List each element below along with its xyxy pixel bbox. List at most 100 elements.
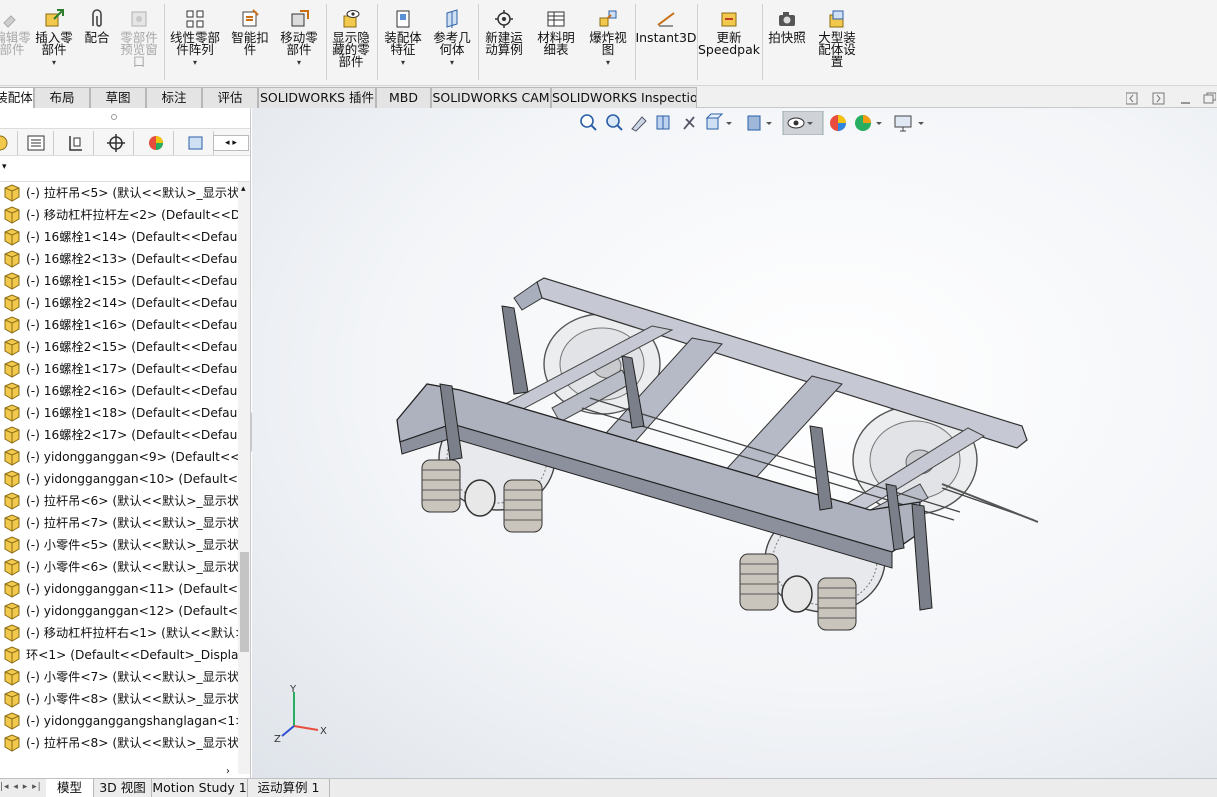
- tab-assembly[interactable]: 装配体: [0, 87, 34, 108]
- tree-item[interactable]: (-) 拉杆吊<5> (默认<<默认>_显示状态: [0, 182, 238, 204]
- tree-item[interactable]: (-) 16螺栓2<13> (Default<<Default>_: [0, 248, 238, 270]
- chevron-down-icon[interactable]: ▾: [297, 59, 301, 67]
- tab-3d-view[interactable]: 3D 视图: [94, 779, 152, 797]
- pane-left-icon[interactable]: [1126, 92, 1138, 105]
- linear-component-pattern-button[interactable]: 线性零部 件阵列 ▾: [166, 8, 224, 67]
- pane-right-icon[interactable]: [1152, 92, 1165, 105]
- tree-item[interactable]: (-) 16螺栓1<15> (Default<<Default>_: [0, 270, 238, 292]
- tab-sketch[interactable]: 草图: [90, 87, 146, 108]
- feature-manager-tab[interactable]: [0, 131, 18, 155]
- tree-item[interactable]: (-) 16螺栓1<16> (Default<<Default>_: [0, 314, 238, 336]
- tab-layout[interactable]: 布局: [34, 87, 90, 108]
- tab-solidworks-addins[interactable]: SOLIDWORKS 插件: [258, 87, 376, 108]
- triad-z-label: Z: [274, 734, 281, 744]
- brake-pull-rod[interactable]: [941, 483, 1039, 523]
- insert-component-icon: [45, 9, 64, 27]
- display-manager-tab[interactable]: [138, 131, 174, 155]
- panel-grip-icon[interactable]: [111, 114, 117, 120]
- brake-lever-6[interactable]: [911, 503, 933, 611]
- tree-item[interactable]: (-) 小零件<5> (默认<<默认>_显示状态: [0, 534, 238, 556]
- property-manager-tab[interactable]: [18, 131, 54, 155]
- component-preview-window-button[interactable]: 零部件 预览窗 口: [116, 8, 162, 68]
- tree-item[interactable]: (-) 移动杠杆拉杆左<2> (Default<<Def: [0, 204, 238, 226]
- tab-motion-study-1[interactable]: Motion Study 1: [152, 779, 248, 797]
- tree-item[interactable]: (-) 16螺栓1<18> (Default<<Default>_: [0, 402, 238, 424]
- tab-model[interactable]: 模型: [46, 779, 94, 797]
- exploded-view-button[interactable]: 爆炸视 图 ▾: [584, 8, 632, 67]
- tree-item[interactable]: 环<1> (Default<<Default>_Display S: [0, 644, 238, 666]
- tree-item-label: (-) 16螺栓2<14> (Default<<Default>_: [26, 296, 238, 310]
- tab-motion-study-cn-1[interactable]: 运动算例 1: [248, 779, 330, 797]
- dimxpert-manager-tab[interactable]: [98, 131, 134, 155]
- graphics-area[interactable]: Y X Z: [252, 108, 1217, 778]
- tree-item[interactable]: (-) 拉杆吊<8> (默认<<默认>_显示状态: [0, 732, 238, 754]
- move-component-button[interactable]: 移动零 部件 ▾: [276, 8, 322, 67]
- tree-item[interactable]: (-) 小零件<6> (默认<<默认>_显示状态: [0, 556, 238, 578]
- paperclip-icon: [92, 9, 102, 27]
- tab-solidworks-inspection[interactable]: SOLIDWORKS Inspection: [551, 87, 697, 108]
- tree-item[interactable]: (-) 16螺栓2<16> (Default<<Default>_: [0, 380, 238, 402]
- tree-item[interactable]: (-) yidongganggan<11> (Default<<I: [0, 578, 238, 600]
- restore-icon[interactable]: [1203, 92, 1216, 104]
- reference-geometry-button[interactable]: 参考几 何体 ▾: [428, 8, 476, 67]
- panel-tab-scroll-arrows[interactable]: ◂ ▸: [213, 135, 249, 151]
- smart-fasteners-button[interactable]: 智能扣 件: [228, 8, 272, 56]
- bill-of-materials-button[interactable]: 材料明 细表: [532, 8, 580, 56]
- tree-item[interactable]: (-) yidongganggan<9> (Default<<D: [0, 446, 238, 468]
- tree-item[interactable]: (-) 16螺栓2<15> (Default<<Default>_: [0, 336, 238, 358]
- insert-component-button[interactable]: 插入零 部件 ▾: [32, 8, 76, 67]
- scrollbar-thumb[interactable]: [240, 552, 249, 652]
- tab-evaluate[interactable]: 评估: [202, 87, 258, 108]
- instant3d-button[interactable]: Instant3D: [635, 8, 697, 44]
- triad-x-label: X: [320, 726, 327, 737]
- large-assembly-icon: [829, 10, 844, 28]
- tree-vertical-scrollbar[interactable]: ▴: [238, 182, 250, 774]
- tab-solidworks-cam[interactable]: SOLIDWORKS CAM: [431, 87, 551, 108]
- tree-item[interactable]: (-) 16螺栓2<17> (Default<<Default>_: [0, 424, 238, 446]
- bogie-3d-model[interactable]: [252, 108, 1217, 778]
- edit-component-button[interactable]: 编辑零 部件: [0, 8, 32, 56]
- tree-item[interactable]: (-) yidongganggan<12> (Default<<I: [0, 600, 238, 622]
- brake-lever-1[interactable]: [501, 305, 529, 395]
- motion-study-icon: [495, 10, 513, 28]
- assembly-features-button[interactable]: 装配体 特征 ▾: [380, 8, 426, 67]
- tab-scroll-arrows[interactable]: |◂ ◂ ▸ ▸|: [0, 779, 46, 797]
- large-assembly-settings-button[interactable]: 大型装 配体设 置: [812, 8, 862, 68]
- tree-item[interactable]: (-) 拉杆吊<7> (默认<<默认>_显示状态: [0, 512, 238, 534]
- scroll-up-icon[interactable]: ▴: [241, 184, 246, 194]
- component-part-icon: [2, 734, 22, 759]
- tree-item[interactable]: (-) yidongganggangshanglagan<1> (: [0, 710, 238, 732]
- configuration-manager-tab[interactable]: [58, 131, 94, 155]
- tab-mbd[interactable]: MBD: [376, 87, 431, 108]
- mate-button[interactable]: 配合: [80, 8, 114, 44]
- speedpak-icon: [721, 12, 737, 27]
- tab-markup[interactable]: 标注: [146, 87, 202, 108]
- new-motion-study-button[interactable]: 新建运 动算例: [481, 8, 527, 56]
- show-hidden-components-button[interactable]: 显示隐 藏的零 部件: [328, 8, 374, 68]
- tree-item[interactable]: (-) 16螺栓1<14> (Default<<Default>_: [0, 226, 238, 248]
- tree-item[interactable]: (-) 小零件<8> (默认<<默认>_显示状态: [0, 688, 238, 710]
- tree-item[interactable]: (-) 移动杠杆拉杆右<1> (默认<<默认>_: [0, 622, 238, 644]
- tree-item[interactable]: (-) 小零件<7> (默认<<默认>_显示状态: [0, 666, 238, 688]
- chevron-down-icon[interactable]: ▾: [606, 59, 610, 67]
- tree-item-label: (-) 小零件<5> (默认<<默认>_显示状态: [26, 538, 238, 552]
- chevron-down-icon[interactable]: ▾: [450, 59, 454, 67]
- linear-pattern-icon: [186, 10, 204, 28]
- cam-manager-tab[interactable]: [178, 131, 214, 155]
- tree-filter-bar[interactable]: ▾: [0, 156, 250, 182]
- tree-item[interactable]: (-) 拉杆吊<6> (默认<<默认>_显示状态: [0, 490, 238, 512]
- update-speedpak-button[interactable]: 更新 Speedpak: [698, 8, 760, 56]
- chevron-down-icon[interactable]: ▾: [193, 59, 197, 67]
- triad-x-axis: [293, 725, 319, 731]
- triad-y-label: Y: [289, 684, 297, 695]
- camera-icon: [779, 12, 795, 26]
- tree-item[interactable]: (-) 16螺栓1<17> (Default<<Default>_: [0, 358, 238, 380]
- take-snapshot-button[interactable]: 拍快照: [764, 8, 810, 44]
- scroll-right-icon[interactable]: ›: [226, 766, 230, 777]
- chevron-down-icon[interactable]: ▾: [2, 162, 7, 172]
- exploded-view-icon: [599, 10, 617, 27]
- tree-item[interactable]: (-) 16螺栓2<14> (Default<<Default>_: [0, 292, 238, 314]
- chevron-down-icon[interactable]: ▾: [52, 59, 56, 67]
- tree-item[interactable]: (-) yidongganggan<10> (Default<<I: [0, 468, 238, 490]
- chevron-down-icon[interactable]: ▾: [401, 59, 405, 67]
